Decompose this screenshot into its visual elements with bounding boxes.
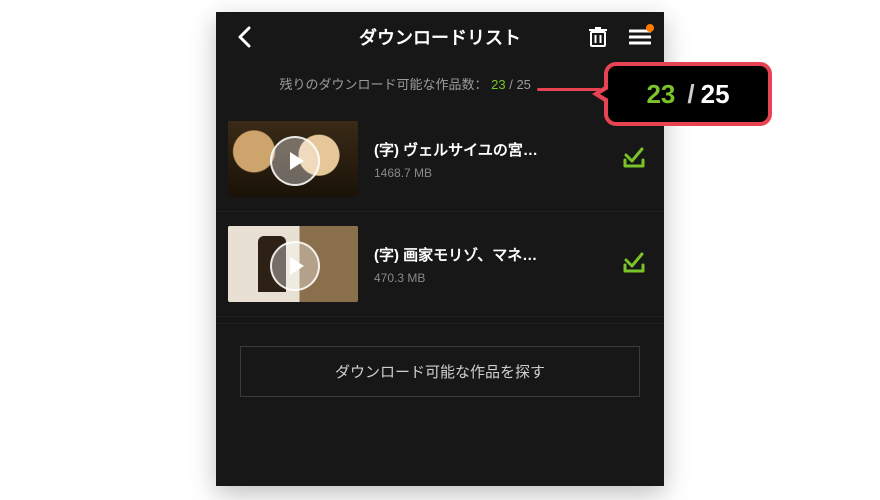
page-title: ダウンロードリスト xyxy=(359,24,521,50)
item-size: 470.3 MB xyxy=(374,271,612,285)
item-meta: (字) ヴェルサイユの宮… 1468.7 MB xyxy=(374,139,612,180)
menu-button[interactable] xyxy=(620,12,660,62)
item-title: (字) 画家モリゾ、マネ… xyxy=(374,244,612,265)
callout-separator: / xyxy=(687,79,694,110)
callout-total: 25 xyxy=(701,79,730,110)
footer: ダウンロード可能な作品を探す xyxy=(216,323,664,419)
play-icon[interactable] xyxy=(270,241,320,291)
list-item[interactable]: (字) ヴェルサイユの宮… 1468.7 MB xyxy=(216,107,664,212)
item-size: 1468.7 MB xyxy=(374,166,612,180)
remaining-label: 残りのダウンロード可能な作品数： xyxy=(279,77,487,92)
video-thumbnail[interactable] xyxy=(228,226,358,302)
notification-dot-icon xyxy=(646,24,654,32)
remaining-available: 23 xyxy=(491,77,505,92)
downloaded-icon[interactable] xyxy=(622,146,646,173)
callout-bubble: 23 / 25 xyxy=(604,62,772,126)
item-meta: (字) 画家モリゾ、マネ… 470.3 MB xyxy=(374,244,612,285)
item-title: (字) ヴェルサイユの宮… xyxy=(374,139,612,160)
chevron-left-icon xyxy=(237,26,251,48)
trash-icon xyxy=(588,26,608,48)
downloaded-icon[interactable] xyxy=(622,251,646,278)
delete-button[interactable] xyxy=(578,12,618,62)
find-downloadable-button[interactable]: ダウンロード可能な作品を探す xyxy=(240,346,640,397)
list-item[interactable]: (字) 画家モリゾ、マネ… 470.3 MB xyxy=(216,212,664,317)
video-thumbnail[interactable] xyxy=(228,121,358,197)
back-button[interactable] xyxy=(224,12,264,62)
remaining-total: 25 xyxy=(516,77,530,92)
header-bar: ダウンロードリスト xyxy=(216,12,664,62)
play-icon[interactable] xyxy=(270,136,320,186)
highlight-underline xyxy=(537,88,601,91)
callout-available: 23 xyxy=(646,79,675,110)
